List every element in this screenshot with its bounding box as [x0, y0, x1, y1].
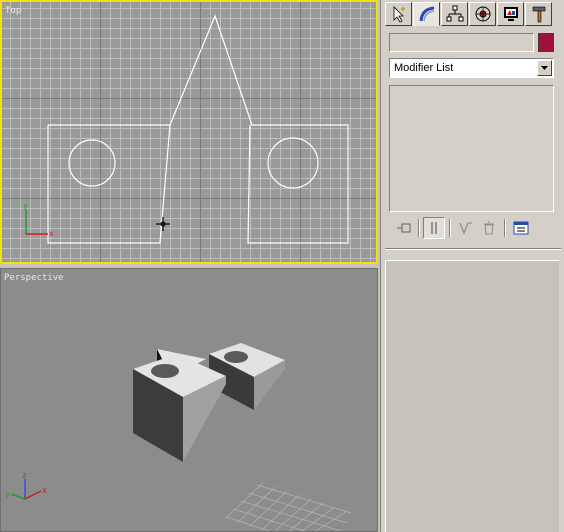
display-tab[interactable] [497, 2, 524, 26]
configure-sets-icon [513, 221, 529, 235]
top-viewport-drawing: y x [23, 14, 349, 244]
modifier-list-label: Modifier List [394, 62, 454, 74]
create-tab[interactable] [385, 2, 412, 26]
make-unique-icon [459, 222, 472, 235]
hierarchy-tab[interactable] [441, 2, 468, 26]
persp-axis-x-label: x [42, 486, 47, 495]
toolbar-separator [449, 219, 451, 237]
cursor-arrow-icon [393, 6, 405, 23]
modifier-stack-list[interactable] [389, 85, 554, 212]
modify-tab[interactable] [413, 2, 440, 26]
command-panel-tabs [385, 2, 552, 28]
motion-wheel-icon [475, 6, 490, 22]
show-end-result-button[interactable] [423, 217, 445, 239]
motion-tab[interactable] [469, 2, 496, 26]
toolbar-separator [418, 219, 420, 237]
persp-axis-y-label: y [5, 490, 10, 499]
show-end-result-icon [431, 222, 437, 234]
object-name-field[interactable] [389, 33, 534, 52]
configure-modifier-sets-button[interactable] [510, 217, 532, 239]
modify-arc-icon [419, 6, 434, 22]
utilities-tab[interactable] [525, 2, 552, 26]
top-viewport[interactable]: Top y x [0, 0, 378, 264]
parameters-rollout-area[interactable] [385, 260, 559, 532]
pin-icon [397, 223, 411, 233]
display-monitor-icon [503, 7, 518, 21]
modifier-stack-toolbar [389, 217, 557, 239]
trash-icon [484, 221, 494, 235]
toolbar-separator [504, 219, 506, 237]
remove-modifier-button[interactable] [478, 217, 500, 239]
perspective-viewport[interactable]: Perspective z x y [0, 268, 378, 532]
command-panel: Modifier List [380, 0, 564, 532]
chevron-down-icon [541, 66, 548, 70]
home-grid [224, 482, 352, 531]
move-cursor-icon [156, 217, 170, 231]
front-block-hole [151, 364, 179, 378]
object-color-swatch[interactable] [538, 33, 554, 52]
hierarchy-icon [446, 5, 463, 22]
modifier-list-dropdown[interactable]: Modifier List [389, 58, 554, 78]
axis-y-label: y [23, 201, 28, 210]
right-circle-shape [267, 137, 319, 189]
pin-stack-button[interactable] [393, 217, 415, 239]
persp-axis-z-label: z [22, 471, 27, 480]
axis-tripod-icon: y x [23, 201, 54, 238]
dropdown-arrow-button[interactable] [537, 60, 552, 76]
persp-axis-tripod-icon: z x y [5, 471, 47, 500]
axis-x-label: x [49, 229, 54, 238]
left-circle-shape [68, 139, 116, 187]
make-unique-button[interactable] [455, 217, 477, 239]
panel-divider-line [385, 248, 561, 250]
right-block-hole [224, 351, 248, 363]
hammer-icon [532, 6, 545, 23]
shape-outline [47, 14, 349, 244]
perspective-scene: z x y [5, 343, 352, 531]
